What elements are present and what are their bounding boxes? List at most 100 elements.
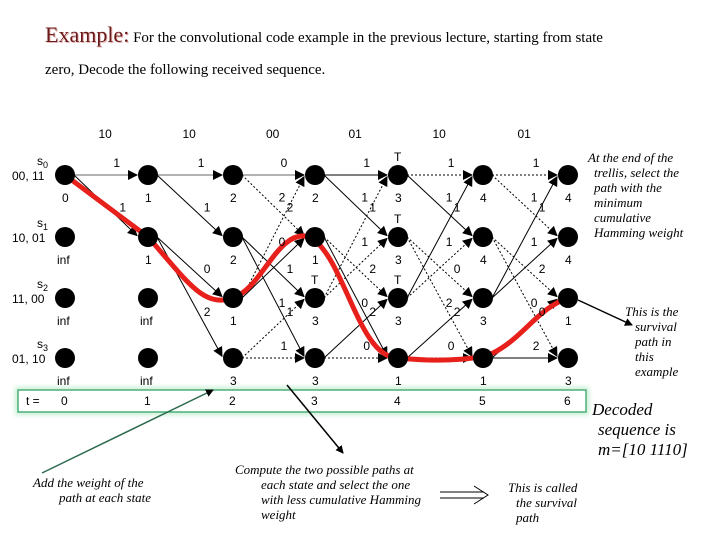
trellis-node — [55, 165, 75, 185]
edge-weight: 0 — [363, 339, 370, 353]
path-metric: inf — [57, 374, 70, 388]
state-name: s3 — [37, 337, 48, 353]
tie-marker: T — [394, 212, 402, 226]
note-add-weight: Add the weight of the path at each state — [33, 475, 193, 505]
edge-weight: 0 — [531, 296, 538, 310]
trellis-edge — [491, 175, 558, 299]
path-metric: 3 — [480, 314, 487, 328]
edge-weight: 1 — [281, 339, 288, 353]
state-outputs: 01, 10 — [12, 352, 46, 366]
time-tick: 3 — [311, 394, 318, 408]
time-axis-box — [17, 389, 587, 413]
edge-weight: 2 — [204, 305, 211, 319]
edge-weight: 2 — [539, 262, 546, 276]
trellis-node — [55, 288, 75, 308]
edge-weight: 1 — [369, 201, 376, 215]
trellis-node — [558, 165, 578, 185]
edge-weight: 1 — [539, 201, 546, 215]
received-symbol: 10 — [99, 127, 113, 141]
trellis-node — [558, 227, 578, 247]
received-symbol: 01 — [518, 127, 532, 141]
edge-weight: 0 — [281, 156, 288, 170]
trellis-node — [305, 288, 325, 308]
edge-weight: 1 — [361, 190, 368, 204]
path-metric: 3 — [230, 374, 237, 388]
implies-arrow-head — [473, 485, 489, 505]
tie-marker: T — [311, 273, 319, 287]
edge-weight: 1 — [448, 156, 455, 170]
edge-weight: 1 — [204, 201, 211, 215]
path-metric: 1 — [565, 314, 572, 328]
time-tick: 2 — [229, 394, 236, 408]
path-metric: 2 — [230, 253, 237, 267]
trellis-node — [388, 227, 408, 247]
trellis-edge — [406, 298, 473, 359]
tie-marker: T — [394, 273, 402, 287]
path-metric: 1 — [312, 253, 319, 267]
note-survival-example: This is the survival path in this exampl… — [625, 304, 705, 379]
edge-weight: 1 — [363, 156, 370, 170]
note-line: path with the — [594, 180, 662, 195]
trellis-node — [223, 348, 243, 368]
edge-weight: 0 — [204, 262, 211, 276]
note-line: Decoded — [592, 400, 653, 419]
edge-weight: 1 — [198, 156, 205, 170]
note-line: Hamming weight — [594, 225, 684, 240]
edge-weight: 1 — [287, 305, 294, 319]
path-metric: 1 — [395, 374, 402, 388]
trellis-node — [223, 288, 243, 308]
path-metric: 2 — [312, 191, 319, 205]
trellis-node — [388, 165, 408, 185]
trellis-node — [138, 348, 158, 368]
path-metric: 4 — [480, 191, 487, 205]
time-label: t = — [26, 394, 40, 408]
trellis-edge — [491, 236, 558, 358]
note-line: with less cumulative Hamming — [261, 492, 421, 507]
edge-weight: 1 — [279, 296, 286, 310]
trellis-node — [138, 288, 158, 308]
received-symbol: 10 — [183, 127, 197, 141]
trellis-edge — [406, 175, 473, 299]
trellis-edge — [241, 174, 305, 237]
trellis-node — [305, 165, 325, 185]
state-name: s1 — [37, 216, 48, 232]
path-metric: inf — [140, 374, 153, 388]
trellis-edge — [241, 237, 305, 299]
path-metric: 3 — [395, 191, 402, 205]
path-metric: 4 — [480, 253, 487, 267]
path-metric: 4 — [565, 191, 572, 205]
path-metric: inf — [57, 314, 70, 328]
note-line: cumulative — [594, 210, 652, 225]
edge-weight: 2 — [533, 339, 540, 353]
trellis-node — [558, 348, 578, 368]
note-line: Compute the two possible paths at — [235, 462, 414, 477]
tie-marker: T — [394, 150, 402, 164]
note-line: This is called — [508, 480, 578, 495]
path-metric: 4 — [565, 253, 572, 267]
trellis-node — [305, 227, 325, 247]
edge-weight: 2 — [454, 305, 461, 319]
trellis-edge — [491, 237, 558, 299]
trellis-node — [473, 348, 493, 368]
trellis-edge — [406, 174, 473, 237]
state-outputs: 00, 11 — [12, 169, 45, 183]
decoded-message: m=[10 1110] — [598, 440, 688, 459]
trellis-node — [138, 165, 158, 185]
path-metric: 0 — [62, 191, 69, 205]
trellis-edge — [241, 298, 305, 359]
edge-weight: 0 — [361, 296, 368, 310]
note-compute-paths: Compute the two possible paths at each s… — [235, 462, 455, 522]
edge-weight: 1 — [446, 235, 453, 249]
note-end-of-trellis: At the end of the trellis, select the pa… — [588, 150, 713, 240]
edge-weight: 1 — [531, 235, 538, 249]
trellis-edge — [323, 175, 388, 299]
trellis-node — [223, 165, 243, 185]
edge-weight: 1 — [361, 235, 368, 249]
edge-weight: 1 — [531, 190, 538, 204]
note-line: This is the — [625, 304, 679, 319]
note-line: each state and select the one — [261, 477, 411, 492]
path-metric: 2 — [230, 191, 237, 205]
trellis-node — [305, 348, 325, 368]
trellis-edge — [406, 237, 473, 299]
edge-weight: 2 — [446, 296, 453, 310]
